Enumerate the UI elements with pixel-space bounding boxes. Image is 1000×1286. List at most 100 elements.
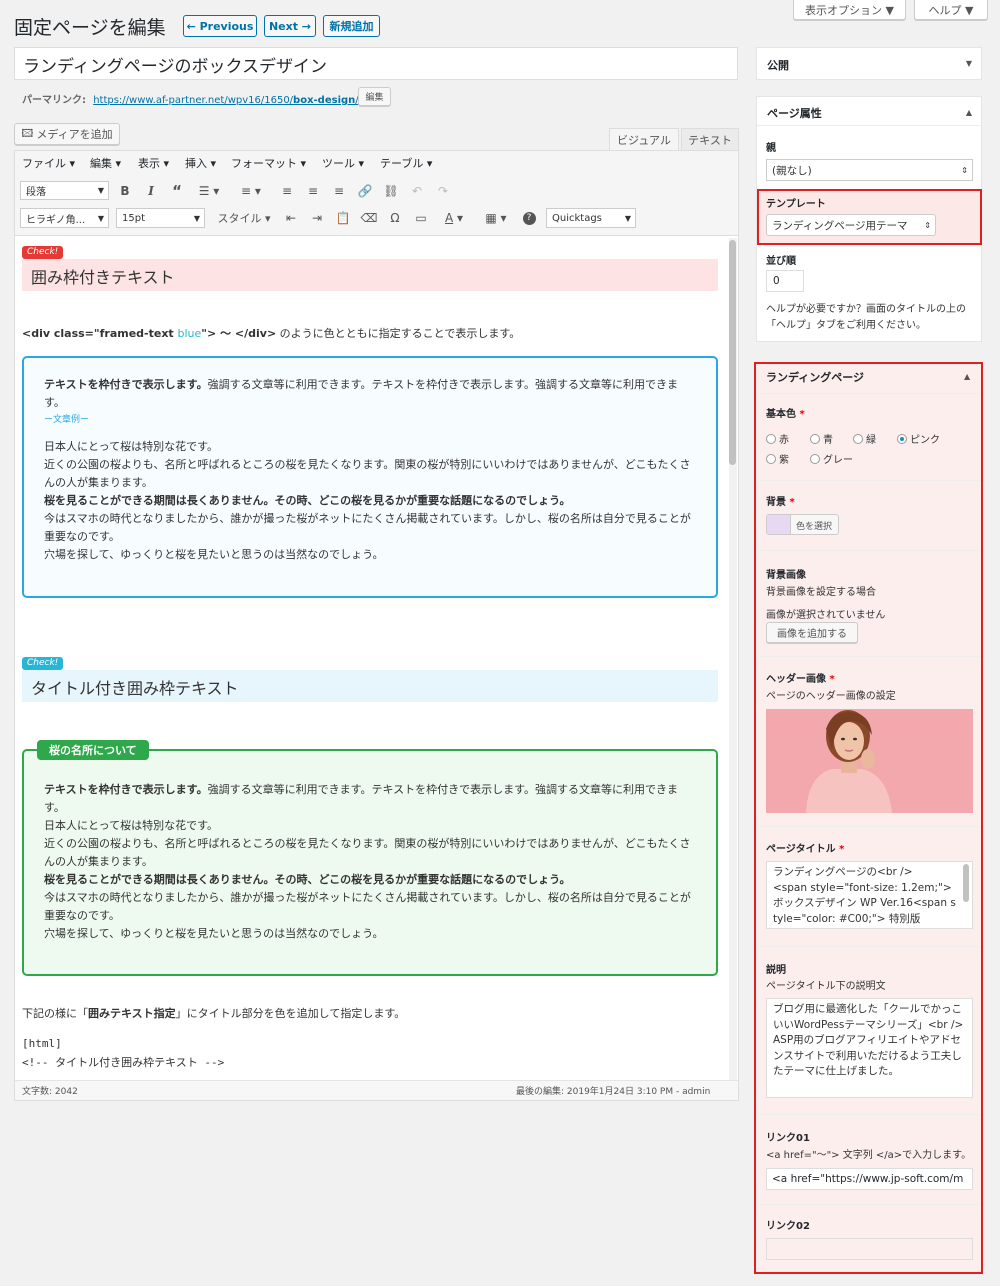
- tab-text[interactable]: テキスト: [681, 128, 739, 150]
- textarea-scrollbar-thumb[interactable]: [963, 864, 969, 902]
- add-new-button[interactable]: 新規追加: [323, 15, 380, 37]
- page-title-textarea[interactable]: ランディングページの<br /> <span style="font-size:…: [766, 861, 973, 929]
- radio-circle-selected[interactable]: [897, 433, 907, 444]
- parent-select[interactable]: (親なし) ⇕: [766, 159, 973, 181]
- color-picker-button[interactable]: 色を選択: [766, 514, 839, 535]
- style-menu[interactable]: スタイル ▾: [213, 209, 275, 227]
- description-label: 説明: [766, 965, 786, 976]
- font-select-value: ヒラギノ角...: [26, 214, 86, 226]
- box1-p4: 今はスマホの時代となりましたから、誰かが撮った桜がネットにたくさん掲載されていま…: [44, 512, 691, 543]
- radio-red[interactable]: 赤: [766, 431, 789, 446]
- bold-icon[interactable]: B: [116, 182, 134, 200]
- editor-content[interactable]: Check! 囲み枠付きテキスト <div class="framed-text…: [15, 237, 728, 1080]
- undo-icon[interactable]: ↶: [408, 182, 426, 200]
- box2-p3: 桜を見ることができる期間は長くありません。その時、どこの桜を見るかが重要な話題に…: [44, 873, 571, 886]
- html-tag: [html]: [22, 1037, 62, 1050]
- post-title-input[interactable]: ランディングページのボックスデザイン: [14, 47, 738, 80]
- template-value: ランディングページ用テーマ: [772, 219, 908, 232]
- link01-desc: <a href="～"> 文字列 </a>で入力します。: [766, 1150, 972, 1161]
- box2-p5: 穴場を探して、ゆっくりと桜を見たいと思うのは当然なのでしょう。: [44, 927, 384, 940]
- radio-green[interactable]: 緑: [853, 431, 876, 446]
- permalink-link[interactable]: https://www.af-partner.net/wpv16/1650/bo…: [93, 95, 358, 106]
- chevron-down-icon: ▼: [97, 186, 104, 195]
- radio-circle[interactable]: [766, 433, 776, 444]
- collapse-icon[interactable]: ▲: [966, 108, 972, 117]
- permalink-edit-button[interactable]: 編集: [358, 87, 391, 106]
- bullet-list-icon[interactable]: ☰ ▾: [194, 182, 224, 200]
- menu-edit[interactable]: 編集 ▾: [90, 155, 121, 171]
- box1-p5: 穴場を探して、ゆっくりと桜を見たいと思うのは当然なのでしょう。: [44, 548, 384, 561]
- radio-blue[interactable]: 青: [810, 431, 833, 446]
- media-icon: 🖾: [21, 126, 34, 140]
- parent-value: (親なし): [772, 164, 812, 177]
- radio-circle[interactable]: [853, 433, 863, 444]
- menu-file[interactable]: ファイル ▾: [22, 155, 75, 171]
- link-icon[interactable]: 🔗: [356, 182, 374, 200]
- page-title: 固定ページを編集: [14, 17, 166, 39]
- menu-insert[interactable]: 挿入 ▾: [185, 155, 216, 171]
- table-icon[interactable]: ▦ ▾: [480, 209, 512, 227]
- previous-button[interactable]: ← Previous: [183, 15, 257, 37]
- box2-p2: 近くの公園の桜よりも、名所と呼ばれるところの桜を見たくなります。関東の桜が特別に…: [44, 837, 691, 868]
- font-size-select[interactable]: 15pt ▼: [116, 208, 205, 228]
- publish-box[interactable]: 公開 ▼: [756, 47, 982, 80]
- align-center-icon[interactable]: ≡: [304, 182, 322, 200]
- unlink-icon[interactable]: ⛓: [382, 182, 400, 200]
- tab-visual[interactable]: ビジュアル: [609, 128, 679, 150]
- description-textarea[interactable]: ブログ用に最適化した「クールでかっこいいWordPessテーマシリーズ」<br …: [766, 998, 973, 1098]
- chevron-down-icon: ▼: [193, 213, 200, 223]
- radio-pink[interactable]: ピンク: [897, 431, 940, 446]
- horizontal-line-icon[interactable]: ▭: [412, 209, 430, 227]
- link02-input[interactable]: [766, 1238, 973, 1260]
- special-character-icon[interactable]: Ω: [386, 209, 404, 227]
- menu-view[interactable]: 表示 ▾: [138, 155, 169, 171]
- menu-tools[interactable]: ツール ▾: [322, 155, 364, 171]
- background-label: 背景 *: [766, 497, 795, 508]
- link01-input[interactable]: <a href="https://www.jp-soft.com/m: [766, 1168, 973, 1190]
- help-icon[interactable]: ?: [520, 209, 538, 227]
- framed-heading: 囲み枠付きテキスト: [22, 259, 718, 291]
- header-image-preview[interactable]: [766, 709, 973, 813]
- next-button[interactable]: Next →: [264, 15, 316, 37]
- blockquote-icon[interactable]: “: [168, 182, 186, 200]
- display-options-button[interactable]: 表示オプション ▼: [793, 0, 906, 20]
- box2-p1: 日本人にとって桜は特別な花です。: [44, 819, 219, 832]
- radio-circle[interactable]: [766, 453, 776, 464]
- radio-circle[interactable]: [810, 433, 820, 444]
- align-left-icon[interactable]: ≡: [278, 182, 296, 200]
- header-image-label: ヘッダー画像 *: [766, 674, 835, 685]
- radio-circle[interactable]: [810, 453, 820, 464]
- outdent-icon[interactable]: ⇤: [282, 209, 300, 227]
- indent-icon[interactable]: ⇥: [308, 209, 326, 227]
- font-family-select[interactable]: ヒラギノ角... ▼: [20, 208, 109, 228]
- numbered-list-icon[interactable]: ≡ ▾: [236, 182, 266, 200]
- redo-icon[interactable]: ↷: [434, 182, 452, 200]
- order-label: 並び順: [766, 256, 796, 267]
- menu-table[interactable]: テーブル ▾: [380, 155, 432, 171]
- text-color-icon[interactable]: A ▾: [438, 209, 470, 227]
- code-tail: のように色とともに指定することで表示します。: [276, 327, 521, 340]
- radio-purple[interactable]: 紫: [766, 451, 789, 466]
- italic-icon[interactable]: I: [142, 182, 160, 200]
- quicktags-select[interactable]: Quicktags ▼: [546, 208, 636, 228]
- chevron-down-icon[interactable]: ▼: [966, 59, 972, 68]
- box1-p2: 近くの公園の桜よりも、名所と呼ばれるところの桜を見たくなります。関東の桜が特別に…: [44, 458, 691, 489]
- collapse-icon[interactable]: ▲: [964, 372, 970, 381]
- radio-gray[interactable]: グレー: [810, 451, 853, 466]
- paste-text-icon[interactable]: 📋: [334, 209, 352, 227]
- add-media-button[interactable]: 🖾 メディアを追加: [14, 123, 120, 145]
- template-label: テンプレート: [766, 199, 826, 210]
- editor-scrollbar-thumb[interactable]: [729, 240, 736, 465]
- clear-formatting-icon[interactable]: ⌫: [360, 209, 378, 227]
- menu-format[interactable]: フォーマット ▾: [231, 155, 306, 171]
- note-text: 下記の様に「囲みテキスト指定」にタイトル部分を色を追加して指定します。: [22, 1005, 405, 1023]
- format-select[interactable]: 段落 ▼: [20, 181, 109, 200]
- align-right-icon[interactable]: ≡: [330, 182, 348, 200]
- template-select[interactable]: ランディングページ用テーマ ⇕: [766, 214, 936, 236]
- box2-bold: テキストを枠付きで表示します。: [44, 783, 208, 796]
- add-background-image-button[interactable]: 画像を追加する: [766, 622, 858, 643]
- base-color-label: 基本色 *: [766, 409, 805, 420]
- help-button[interactable]: ヘルプ ▼: [914, 0, 988, 20]
- box1-p3: 桜を見ることができる期間は長くありません。その時、どこの桜を見るかが重要な話題に…: [44, 494, 571, 507]
- order-input[interactable]: 0: [766, 270, 804, 292]
